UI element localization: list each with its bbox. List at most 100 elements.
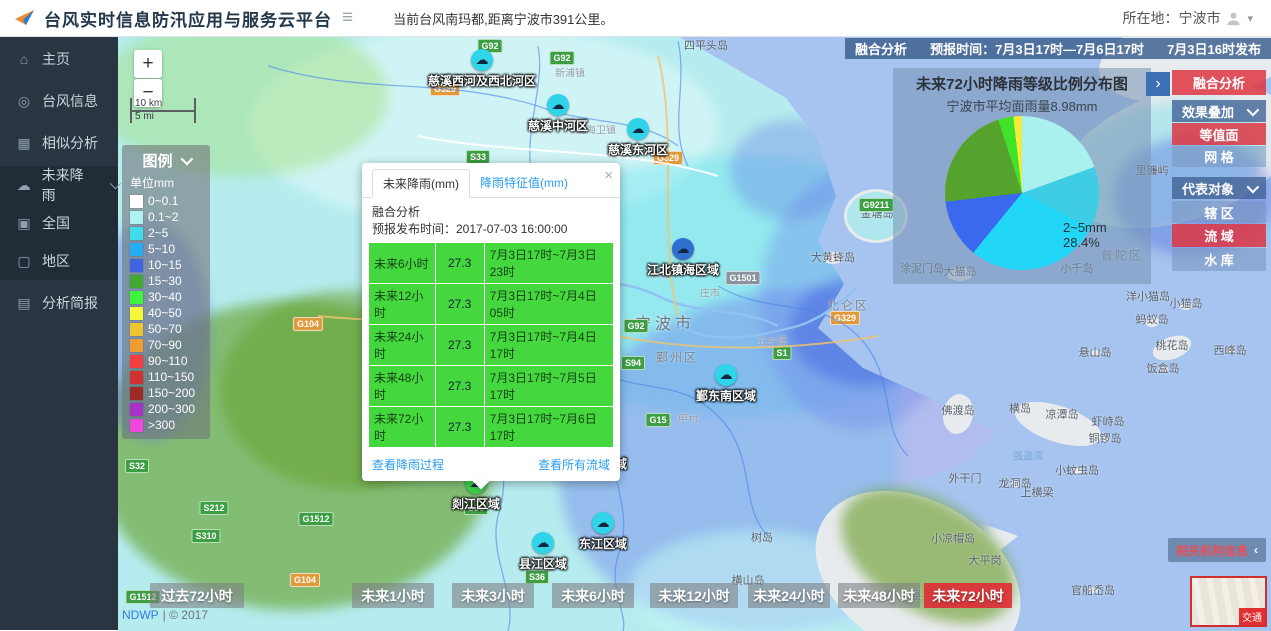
- legend-swatch: [130, 387, 143, 400]
- related-org-info-button[interactable]: 相关机构信息‹: [1168, 538, 1266, 562]
- raincloud-marker-icon[interactable]: ☁: [471, 49, 493, 71]
- app-title: 台风实时信息防汛应用与服务云平台: [44, 6, 332, 31]
- legend-swatch: [130, 291, 143, 304]
- legend-item: 0~0.1: [122, 193, 210, 209]
- sidebar-item-analysis-report[interactable]: ▤ 分析简报: [0, 284, 118, 322]
- user-icon: [1226, 11, 1241, 26]
- map-canvas[interactable]: ☁慈溪西河及西北河区☁慈溪中河区☁慈溪东河区☁江北镇海区域☁鄞东南区域☁鄞江区域…: [118, 36, 1271, 631]
- legend-swatch: [130, 323, 143, 336]
- region-marker[interactable]: ☁县江区域: [519, 532, 567, 572]
- isoline-button[interactable]: 等值面: [1172, 123, 1266, 145]
- menu-toggle-icon[interactable]: ≡: [342, 7, 353, 29]
- map-label: 金塘岛: [861, 205, 894, 221]
- view-all-basins-link[interactable]: 查看所有流域: [538, 456, 610, 473]
- road-badge: G92: [549, 51, 574, 65]
- sidebar-item-label: 分析简报: [42, 293, 98, 313]
- zoom-in-button[interactable]: +: [134, 50, 162, 78]
- raincloud-marker-icon[interactable]: ☁: [715, 364, 737, 386]
- region-marker[interactable]: ☁江北镇海区域: [647, 238, 719, 278]
- map-label: 四平头岛: [684, 37, 728, 53]
- road-badge: S32: [125, 459, 149, 473]
- map-scale: 10 km 5 mi: [130, 98, 196, 123]
- minimap-thumbnail[interactable]: 交通: [1190, 576, 1267, 627]
- region-marker[interactable]: ☁东江区域: [579, 512, 627, 552]
- raincloud-marker-icon[interactable]: ☁: [547, 94, 569, 116]
- road-badge: S1: [772, 346, 791, 360]
- legend-header[interactable]: 图例: [122, 145, 210, 174]
- popup-publish-time: 预报发布时间：2017-07-03 16:00:00: [372, 221, 610, 238]
- grid-button[interactable]: 网 格: [1172, 146, 1266, 167]
- rain-cloud-icon: ☁: [16, 177, 32, 194]
- view-rain-process-link[interactable]: 查看降雨过程: [372, 456, 444, 473]
- ndwp-link[interactable]: NDWP: [122, 608, 159, 622]
- time-button-next1h[interactable]: 未来1小时: [352, 583, 434, 608]
- map-label: 新浦镇: [555, 65, 585, 80]
- island-fodu: [940, 392, 976, 437]
- user-caret-icon[interactable]: ▾: [1247, 12, 1253, 25]
- legend-swatch: [130, 259, 143, 272]
- legend-swatch: [130, 307, 143, 320]
- region-marker-label: 江北镇海区域: [647, 261, 719, 278]
- time-button-next24h[interactable]: 未来24小时: [748, 583, 830, 608]
- road-badge: S212: [199, 501, 228, 515]
- sidebar-item-similar-analysis[interactable]: ▦ 相似分析: [0, 124, 118, 162]
- jurisdiction-button[interactable]: 辖 区: [1172, 201, 1266, 223]
- fusion-analysis-button[interactable]: 融合分析: [1172, 70, 1266, 95]
- typhoon-status-text: 当前台风南玛都,距离宁波市391公里。: [393, 9, 613, 28]
- represent-object-header[interactable]: 代表对象: [1172, 177, 1266, 199]
- region-marker[interactable]: ☁鄞东南区域: [696, 364, 756, 404]
- panel-expand-button[interactable]: ›: [1146, 72, 1170, 96]
- home-icon: ⌂: [16, 51, 32, 67]
- effect-overlay-header[interactable]: 效果叠加: [1172, 100, 1266, 122]
- legend-item: 200~300: [122, 401, 210, 417]
- sidebar-item-label: 地区: [42, 251, 70, 271]
- report-icon: ▤: [16, 295, 32, 312]
- sidebar-item-label: 台风信息: [42, 91, 98, 111]
- raincloud-marker-icon[interactable]: ☁: [672, 238, 694, 260]
- map-label: 洋小猫岛: [1126, 288, 1170, 304]
- sidebar-item-nationwide[interactable]: ▣ 全国: [0, 204, 118, 242]
- region-marker[interactable]: ☁慈溪中河区: [528, 94, 588, 134]
- map-label: 鄞州区: [656, 349, 698, 366]
- time-button-next72h[interactable]: 未来72小时: [924, 583, 1012, 608]
- forecast-strip-range: 预报时间：7月3日17时—7月6日17时: [930, 39, 1144, 58]
- sidebar-item-label: 全国: [42, 213, 70, 233]
- region-marker[interactable]: ☁慈溪西河及西北河区: [428, 49, 536, 89]
- typhoon-icon: ◎: [16, 93, 32, 110]
- region-marker-label: 县江区域: [519, 555, 567, 572]
- raincloud-marker-icon[interactable]: ☁: [627, 118, 649, 140]
- sidebar-item-future-rain[interactable]: ☁ 未来降雨: [0, 166, 118, 204]
- popup-links: 查看降雨过程 查看所有流域: [362, 448, 620, 481]
- tab-future-rain[interactable]: 未来降雨(mm): [372, 169, 470, 198]
- time-button-past72h[interactable]: 过去72小时: [150, 583, 244, 608]
- scale-km: 10 km: [130, 98, 196, 112]
- time-button-next3h[interactable]: 未来3小时: [452, 583, 534, 608]
- location-user-area[interactable]: 所在地：宁波市 ▾: [1122, 8, 1253, 28]
- close-icon[interactable]: ×: [604, 167, 613, 184]
- region-marker[interactable]: ☁慈溪东河区: [608, 118, 668, 158]
- time-button-next48h[interactable]: 未来48小时: [838, 583, 920, 608]
- map-label: 小蚊虫岛: [1055, 462, 1099, 478]
- legend-item: 110~150: [122, 369, 210, 385]
- sidebar-item-typhoon-info[interactable]: ◎ 台风信息: [0, 82, 118, 120]
- app-logo-icon: [14, 9, 36, 27]
- reservoir-button[interactable]: 水 库: [1172, 248, 1266, 271]
- pie-title: 未来72小时降雨等级比例分布图: [893, 73, 1151, 94]
- location-label: 所在地：宁波市: [1122, 8, 1220, 28]
- time-button-next6h[interactable]: 未来6小时: [552, 583, 634, 608]
- map-attribution: NDWP| © 2017: [122, 608, 208, 622]
- raincloud-marker-icon[interactable]: ☁: [592, 512, 614, 534]
- popup-tabs: 未来降雨(mm) 降雨特征值(mm): [362, 163, 620, 198]
- region-marker-label: 鄞东南区域: [696, 387, 756, 404]
- basin-button[interactable]: 流 域: [1172, 224, 1266, 247]
- popup-meta: 融合分析 预报发布时间：2017-07-03 16:00:00: [362, 198, 620, 242]
- sidebar-item-region[interactable]: ▢ 地区: [0, 242, 118, 280]
- raincloud-marker-icon[interactable]: ☁: [532, 532, 554, 554]
- sidebar-item-home[interactable]: ⌂ 主页: [0, 40, 118, 78]
- rain-legend: 图例 单位mm 0~0.1 0.1~2 2~5 5~10 10~15 15~30…: [122, 145, 210, 439]
- legend-title: 图例: [142, 150, 172, 171]
- map-label: 凉潭岛: [1046, 406, 1079, 422]
- time-button-next12h[interactable]: 未来12小时: [650, 583, 738, 608]
- traffic-layer-badge[interactable]: 交通: [1239, 608, 1265, 625]
- tab-rain-characteristics[interactable]: 降雨特征值(mm): [470, 169, 578, 197]
